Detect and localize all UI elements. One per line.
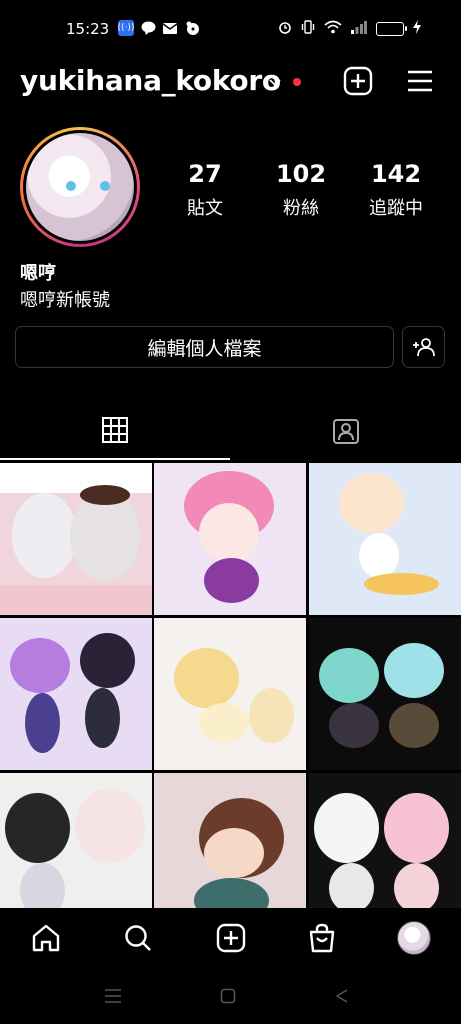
grid-icon xyxy=(102,417,128,443)
line-icon xyxy=(140,20,156,36)
profile-header: yukihana_kokoro xyxy=(0,60,461,106)
display-name: 嗯哼 xyxy=(20,263,56,284)
notification-dot xyxy=(293,78,301,86)
post-thumbnail[interactable] xyxy=(0,463,152,615)
search-button[interactable] xyxy=(120,920,156,956)
vibrate-icon xyxy=(301,19,315,38)
status-time: 15:23 xyxy=(66,20,110,38)
menu-button[interactable] xyxy=(405,66,435,96)
square-icon xyxy=(220,988,236,1004)
avatar-eye-right xyxy=(100,181,110,191)
profile-tab-button[interactable] xyxy=(396,920,432,956)
post-thumbnail[interactable] xyxy=(309,618,461,770)
stat-followers[interactable]: 102 粉絲 xyxy=(256,160,346,220)
mail-icon xyxy=(162,20,178,36)
status-right-icons xyxy=(278,19,421,38)
home-icon xyxy=(32,924,60,952)
tagged-person-icon xyxy=(333,419,359,444)
stat-following-label: 追蹤中 xyxy=(369,198,423,219)
shop-icon xyxy=(309,923,335,953)
stat-followers-value: 102 xyxy=(275,160,327,188)
stat-posts[interactable]: 27 貼文 xyxy=(160,160,250,220)
game-icon xyxy=(184,20,200,36)
post-thumbnail[interactable] xyxy=(0,773,152,913)
signal-icon xyxy=(351,19,367,38)
bio: 嗯哼新帳號 xyxy=(20,290,110,311)
hamburger-icon xyxy=(408,70,432,92)
bottom-nav xyxy=(0,908,461,968)
post-thumbnail[interactable] xyxy=(154,618,306,770)
discover-people-button[interactable] xyxy=(402,326,445,368)
wifi-icon xyxy=(324,19,342,38)
grid-tab[interactable] xyxy=(0,402,230,460)
new-post-button[interactable] xyxy=(213,920,249,956)
stat-following-value: 142 xyxy=(370,160,422,188)
username-switcher[interactable]: yukihana_kokoro xyxy=(20,64,281,97)
battery-icon xyxy=(376,21,407,36)
profile-avatar xyxy=(397,921,431,955)
profile-avatar-ring[interactable] xyxy=(20,127,140,247)
avatar xyxy=(26,133,134,241)
status-bar: 15:23 ((·)) xyxy=(0,0,461,56)
multiple-posts-icon xyxy=(126,473,142,489)
new-post-icon xyxy=(216,923,246,953)
post-thumbnail[interactable] xyxy=(154,773,306,913)
recents-button[interactable] xyxy=(101,986,125,1006)
post-thumbnail[interactable] xyxy=(0,618,152,770)
tagged-tab[interactable] xyxy=(231,402,461,460)
post-thumbnail[interactable] xyxy=(309,773,461,913)
shop-button[interactable] xyxy=(304,920,340,956)
charging-icon xyxy=(413,19,421,38)
stat-posts-label: 貼文 xyxy=(187,198,223,219)
stat-posts-value: 27 xyxy=(188,160,222,188)
post-thumbnail[interactable] xyxy=(309,463,461,615)
home-button[interactable] xyxy=(28,920,64,956)
menu-lines-icon xyxy=(105,989,121,1003)
radio-icon: ((·)) xyxy=(118,20,134,36)
stat-following[interactable]: 142 追蹤中 xyxy=(351,160,441,220)
photo-grid xyxy=(0,463,461,913)
plus-square-icon xyxy=(343,66,373,96)
add-person-icon xyxy=(412,338,435,357)
status-left-icons: ((·)) xyxy=(118,20,200,36)
chevron-down-icon[interactable] xyxy=(268,74,282,88)
system-nav-bar xyxy=(0,968,461,1024)
avatar-eye-left xyxy=(66,181,76,191)
edit-profile-button[interactable]: 編輯個人檔案 xyxy=(15,326,394,368)
back-button[interactable] xyxy=(330,986,354,1006)
alarm-icon xyxy=(278,19,292,38)
home-system-button[interactable] xyxy=(216,986,240,1006)
stat-followers-label: 粉絲 xyxy=(283,198,319,219)
search-icon xyxy=(125,925,151,951)
back-triangle-icon xyxy=(336,989,348,1003)
create-new-button[interactable] xyxy=(343,66,373,96)
post-thumbnail[interactable] xyxy=(154,463,306,615)
